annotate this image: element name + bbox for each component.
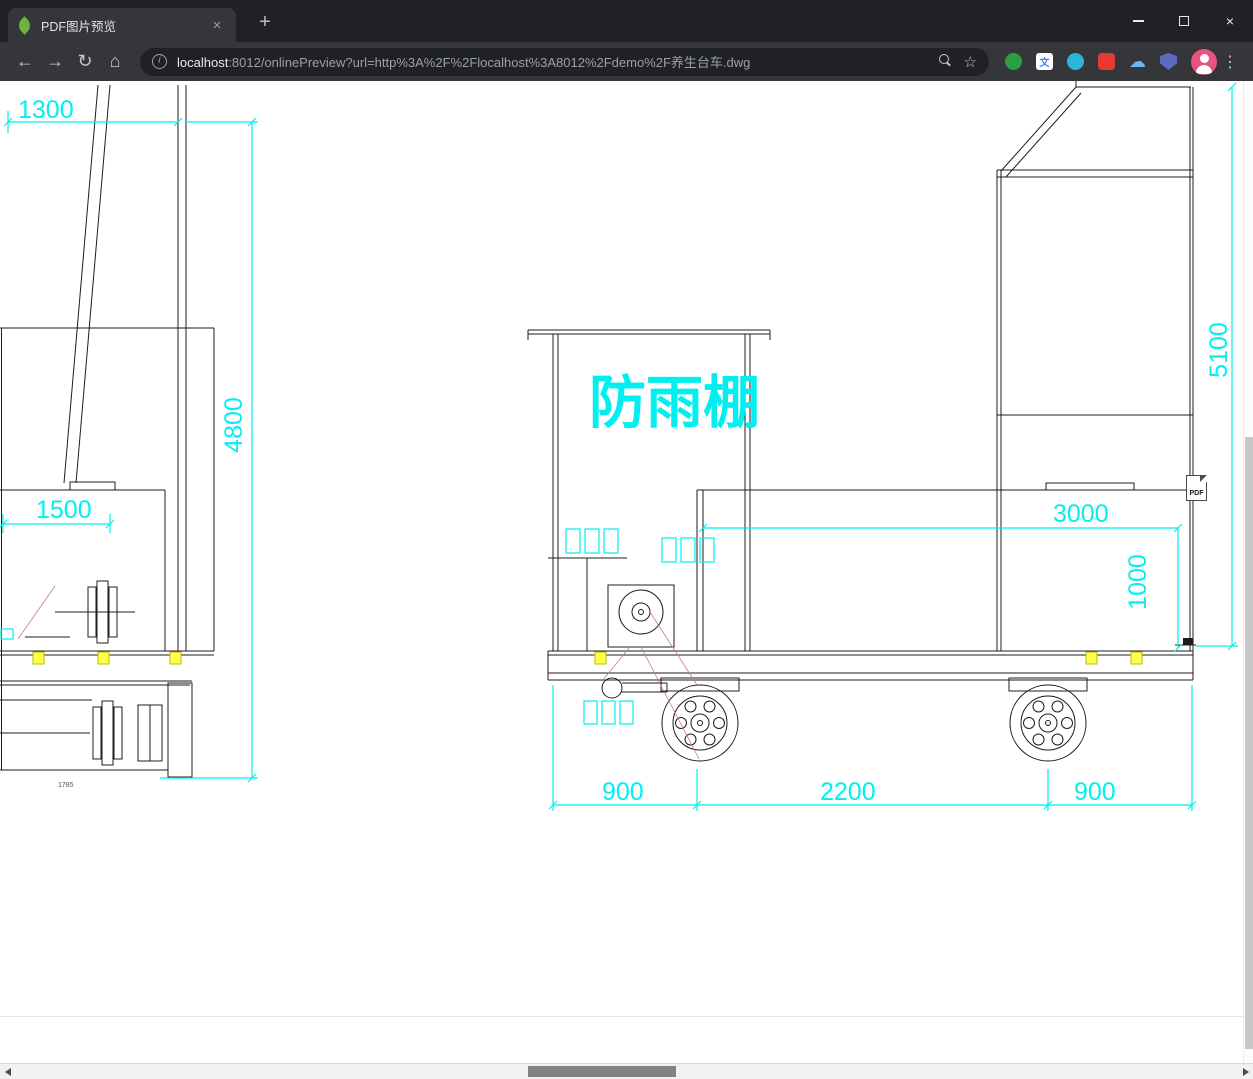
home-button[interactable]: ⌂ [100, 51, 130, 72]
rain-shelter-label: 防雨棚 [589, 371, 760, 435]
zoom-icon[interactable] [938, 53, 952, 71]
dim-3000-label: 3000 [1053, 500, 1109, 528]
dim-1300-label: 1300 [18, 96, 74, 124]
dim-4800-label: 4800 [220, 397, 248, 453]
profile-avatar[interactable] [1191, 48, 1217, 75]
browser-menu-icon[interactable]: ⋮ [1217, 52, 1243, 72]
rear-wheel [1009, 684, 1087, 762]
horizontal-scrollbar-thumb[interactable] [528, 1066, 676, 1077]
magnifier-icon [938, 53, 952, 67]
dim-small-label: 1785 [58, 782, 74, 789]
pdf-badge-text: PDF [1189, 490, 1204, 497]
bookmark-star-icon[interactable]: ☆ [964, 53, 977, 71]
extensions-row: 文 ☁ [1005, 52, 1177, 71]
tab-close-icon[interactable]: × [208, 17, 226, 34]
dim-1500-label: 1500 [36, 496, 92, 524]
close-button[interactable]: × [1207, 0, 1253, 42]
spring-boot-leaf-icon [15, 15, 34, 35]
extension-red-icon[interactable] [1098, 53, 1115, 70]
url-host: localhost [177, 55, 229, 70]
right-frame-block [1183, 638, 1193, 645]
minimize-icon [1132, 20, 1144, 22]
new-tab-button[interactable]: + [252, 12, 278, 32]
scroll-left-arrow-icon[interactable] [5, 1068, 11, 1076]
tab-title: PDF图片预览 [41, 19, 117, 34]
browser-window: PDF图片预览 × + × ← → ↻ ⌂ i localhost:8012/o… [0, 0, 1253, 1079]
dim-1000-label: 1000 [1124, 554, 1152, 610]
shield-extension-icon[interactable] [1160, 53, 1177, 70]
scroll-right-arrow-icon[interactable] [1243, 1068, 1249, 1076]
vertical-scrollbar-thumb[interactable] [1245, 437, 1253, 1049]
dim-2200-label: 2200 [820, 778, 876, 806]
extension-blue-circle-icon[interactable] [1067, 53, 1084, 70]
pdf-fold-corner [1200, 475, 1207, 482]
browser-toolbar: ← → ↻ ⌂ i localhost:8012/onlinePreview?u… [0, 42, 1253, 81]
dim-5100-label: 5100 [1205, 322, 1233, 378]
translate-extension-icon[interactable]: 文 [1036, 53, 1053, 70]
maximize-icon [1179, 16, 1189, 26]
pdf-file-icon[interactable]: PDF [1186, 475, 1207, 501]
forward-button[interactable]: → [40, 51, 70, 72]
reload-button[interactable]: ↻ [70, 51, 100, 72]
site-info-icon[interactable]: i [152, 54, 167, 69]
avatar-body [1196, 64, 1212, 74]
url-path: :8012/onlinePreview?url=http%3A%2F%2Floc… [228, 55, 751, 70]
titlebar: PDF图片预览 × + × [0, 0, 1253, 42]
cloud-extension-icon[interactable]: ☁ [1129, 52, 1146, 71]
highlight-pads [32, 651, 1143, 665]
avatar-head [1199, 53, 1209, 63]
pdf-page-divider [0, 1016, 1243, 1017]
back-button[interactable]: ← [10, 51, 40, 72]
dim-900-left-label: 900 [602, 778, 644, 806]
vertical-scrollbar[interactable] [1243, 81, 1253, 1063]
browser-tab[interactable]: PDF图片预览 × [8, 8, 236, 42]
extension-green-icon[interactable] [1005, 53, 1022, 70]
dim-900-right-label: 900 [1074, 778, 1116, 806]
maximize-button[interactable] [1161, 0, 1207, 42]
window-controls: × [1115, 0, 1253, 42]
cad-drawing: 1300 4800 1500 5100 3000 1000 900 2200 9… [0, 81, 1238, 811]
horizontal-scrollbar[interactable] [0, 1063, 1253, 1079]
address-bar[interactable]: i localhost:8012/onlinePreview?url=http%… [140, 47, 989, 76]
dwg-preview-content: 1300 4800 1500 5100 3000 1000 900 2200 9… [0, 81, 1243, 1063]
front-wheel [661, 684, 739, 762]
dimension-labels: 1300 4800 1500 5100 3000 1000 900 2200 9… [18, 96, 1233, 806]
minimize-button[interactable] [1115, 0, 1161, 42]
url-text[interactable]: localhost:8012/onlinePreview?url=http%3A… [177, 52, 926, 71]
